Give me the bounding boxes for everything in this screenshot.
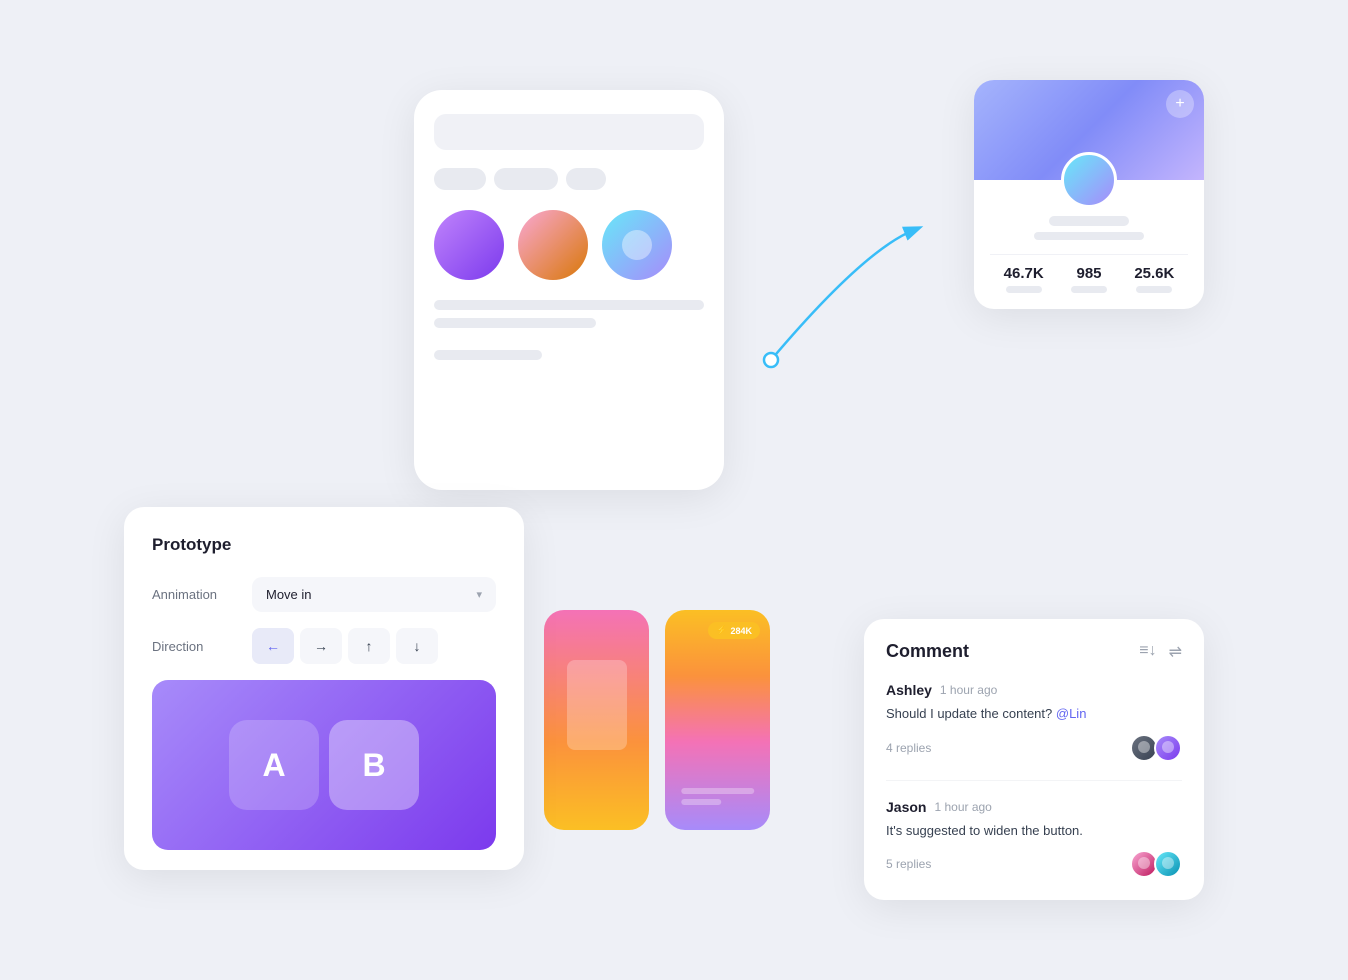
comment-panel: Comment ≡↓ ⇌ Ashley 1 hour ago Should I … [864, 619, 1204, 900]
stat-following: 985 [1071, 265, 1107, 293]
ab-box-a: A [229, 720, 319, 810]
direction-row: Direction ← → ↑ ↓ [152, 628, 496, 664]
phone-bottom-lines [681, 788, 755, 810]
comment-replies-ashley: 4 replies [886, 734, 1182, 762]
comment-replies-jason: 5 replies [886, 850, 1182, 878]
direction-label: Direction [152, 639, 252, 654]
phone-badge: ⚡ 284K [708, 622, 760, 639]
profile-bio-placeholder [1034, 232, 1144, 240]
badge-value: 284K [730, 626, 752, 636]
comment-header: Comment ≡↓ ⇌ [886, 641, 1182, 662]
stat-followers-value: 46.7K [1004, 265, 1044, 282]
plus-button[interactable]: + [1166, 90, 1194, 118]
profile-name-placeholder [1049, 216, 1129, 226]
comment-username-jason: Jason [886, 799, 926, 815]
ab-preview: A B [152, 680, 496, 850]
dir-left-button[interactable]: ← [252, 628, 294, 664]
stat-likes-line [1136, 286, 1172, 293]
comment-entry-ashley: Ashley 1 hour ago Should I update the co… [886, 682, 1182, 781]
comment-time-ashley: 1 hour ago [940, 683, 997, 697]
profile-card: + 46.7K 985 25.6K [974, 80, 1204, 309]
animation-value: Move in [266, 587, 312, 602]
reply-avatar-2 [1154, 734, 1182, 762]
comment-text-ashley: Should I update the content? @Lin [886, 704, 1182, 724]
comment-mention-ashley[interactable]: @Lin [1056, 706, 1087, 721]
phone-bottom-line [681, 788, 755, 794]
stat-likes: 25.6K [1134, 265, 1174, 293]
profile-avatar [1061, 152, 1117, 208]
phone-previews: ⚡ 284K [544, 610, 770, 830]
reply-avatars-jason [1130, 850, 1182, 878]
comment-time-jason: 1 hour ago [934, 800, 991, 814]
dir-right-button[interactable]: → [300, 628, 342, 664]
animation-label: Annimation [152, 587, 252, 602]
phone-pink-inner [567, 660, 627, 750]
comment-user-line-jason: Jason 1 hour ago [886, 799, 1182, 815]
chevron-down-icon: ▾ [476, 588, 482, 601]
mockup-avatars [434, 210, 704, 280]
phone-preview-pink [544, 610, 649, 830]
dir-up-button[interactable]: ↑ [348, 628, 390, 664]
sort-icon[interactable]: ≡↓ [1139, 642, 1156, 662]
mobile-mockup [414, 90, 724, 490]
direction-buttons: ← → ↑ ↓ [252, 628, 496, 664]
animation-select[interactable]: Move in ▾ [252, 577, 496, 612]
reply-avatar-4 [1154, 850, 1182, 878]
profile-card-header: + [974, 80, 1204, 180]
replies-count-ashley: 4 replies [886, 741, 931, 755]
dir-down-button[interactable]: ↓ [396, 628, 438, 664]
mockup-pills [434, 168, 704, 190]
phone-bottom-line-2 [681, 799, 721, 805]
comment-user-line-ashley: Ashley 1 hour ago [886, 682, 1182, 698]
ab-box-b: B [329, 720, 419, 810]
prototype-title: Prototype [152, 535, 496, 555]
mockup-avatar-1 [434, 210, 504, 280]
mockup-pill [566, 168, 606, 190]
scene: + 46.7K 985 25.6K [124, 50, 1224, 930]
mockup-pill [434, 168, 486, 190]
mockup-avatar-3 [602, 210, 672, 280]
mockup-pill [494, 168, 558, 190]
prototype-panel: Prototype Annimation Move in ▾ Direction… [124, 507, 524, 870]
reply-avatars-ashley [1130, 734, 1182, 762]
mockup-search-bar [434, 114, 704, 150]
mockup-line-short [434, 318, 596, 328]
profile-stats: 46.7K 985 25.6K [990, 254, 1188, 293]
comment-text-jason: It's suggested to widen the button. [886, 821, 1182, 841]
comment-entry-jason: Jason 1 hour ago It's suggested to widen… [886, 799, 1182, 879]
mockup-line-shorter [434, 350, 542, 360]
mockup-line [434, 300, 704, 310]
comment-username-ashley: Ashley [886, 682, 932, 698]
animation-row: Annimation Move in ▾ [152, 577, 496, 612]
mockup-avatar-2 [518, 210, 588, 280]
stat-followers-line [1006, 286, 1042, 293]
stat-likes-value: 25.6K [1134, 265, 1174, 282]
stat-followers: 46.7K [1004, 265, 1044, 293]
badge-icon: ⚡ [716, 625, 727, 636]
phone-preview-gradient: ⚡ 284K [665, 610, 770, 830]
comment-icons: ≡↓ ⇌ [1139, 642, 1182, 662]
comment-title: Comment [886, 641, 969, 662]
replies-count-jason: 5 replies [886, 857, 931, 871]
stat-following-line [1071, 286, 1107, 293]
filter-icon[interactable]: ⇌ [1169, 642, 1182, 662]
stat-following-value: 985 [1071, 265, 1107, 282]
